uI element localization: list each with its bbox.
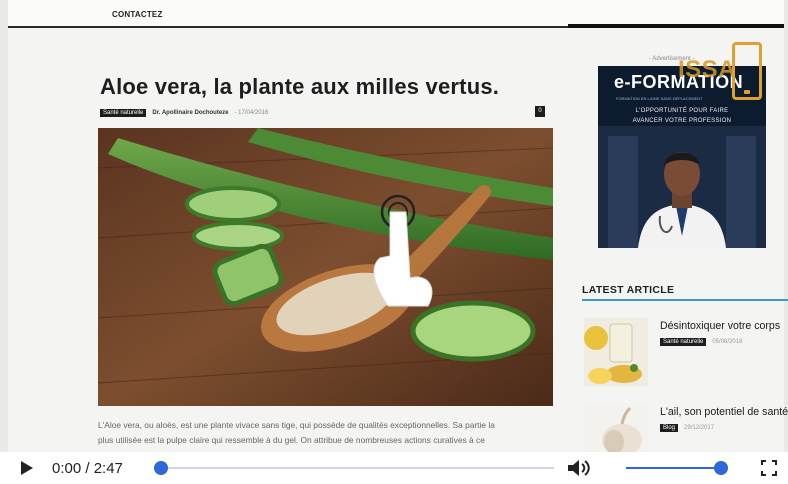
seek-track <box>154 467 554 469</box>
garlic-image <box>584 404 648 452</box>
article-meta: Santé naturelle Dr. Apollinaire Dochoute… <box>100 107 268 119</box>
video-frame[interactable]: CONTACTEZ Aloe vera, la plante aux mille… <box>0 0 788 452</box>
latest-article-title[interactable]: L'ail, son potentiel de santé <box>660 406 788 418</box>
ad-tagline-2: AVANCER VOTRE PROFESSION <box>632 118 732 124</box>
fullscreen-button[interactable] <box>760 459 778 477</box>
category-badge: Santé naturelle <box>100 109 147 117</box>
comments-count-badge: 0 <box>535 106 545 117</box>
article-author: Dr. Apollinaire Dochouteze <box>152 110 229 116</box>
latest-article-thumbnail[interactable] <box>584 318 648 386</box>
article-body: L'Aloe vera, ou aloès, est une plante vi… <box>98 418 558 448</box>
detox-drinks-image <box>584 318 648 386</box>
play-icon <box>21 461 33 475</box>
time-display: 0:00 / 2:47 <box>52 460 123 477</box>
article-hero-image <box>98 128 553 406</box>
nav-divider <box>568 24 784 28</box>
mute-button[interactable] <box>566 458 592 478</box>
latest-article-badge: Blog <box>660 424 679 432</box>
ad-small-text: FORMATION EN LIGNE SANS DÉPLACEMENT <box>616 96 703 101</box>
issa-overlay-logo: ISSA <box>678 56 737 83</box>
fullscreen-icon <box>761 460 777 476</box>
volume-level <box>626 467 721 469</box>
latest-article-underline <box>582 299 788 301</box>
article-body-line: plus utilisée est la pulpe claire qui re… <box>98 435 485 445</box>
top-navigation: CONTACTEZ <box>8 0 784 28</box>
latest-article-date: 29/12/2017 <box>684 425 715 431</box>
article-body-line: L'Aloe vera, ou aloès, est une plante vi… <box>98 420 495 430</box>
latest-article-thumbnail[interactable] <box>584 404 648 452</box>
latest-article-heading: LATEST ARTICLE <box>582 284 675 296</box>
latest-article-badge: Santé naturelle <box>660 338 707 346</box>
recorded-webpage: CONTACTEZ Aloe vera, la plante aux mille… <box>8 0 788 452</box>
ad-tagline-1: L'OPPORTUNITÉ POUR FAIRE <box>635 108 729 114</box>
aloe-vera-photo <box>98 128 553 406</box>
tablet-icon <box>732 42 762 100</box>
article-date: - 17/04/2016 <box>234 110 269 116</box>
video-controls: 0:00 / 2:47 <box>0 452 788 484</box>
latest-article-date: 05/08/2018 <box>712 339 743 345</box>
latest-article-meta: Santé naturelle 05/08/2018 <box>660 338 742 346</box>
speaker-icon <box>568 460 590 476</box>
play-button[interactable] <box>18 459 36 477</box>
nav-link-contact: CONTACTEZ <box>112 10 163 19</box>
seek-slider[interactable] <box>154 460 554 476</box>
volume-slider[interactable] <box>626 460 728 476</box>
latest-article-title[interactable]: Désintoxiquer votre corps <box>660 320 780 332</box>
seek-handle[interactable] <box>154 461 168 475</box>
volume-handle[interactable] <box>714 461 728 475</box>
latest-article-meta: Blog 29/12/2017 <box>660 424 714 432</box>
article-title: Aloe vera, la plante aux milles vertus. <box>100 74 500 99</box>
